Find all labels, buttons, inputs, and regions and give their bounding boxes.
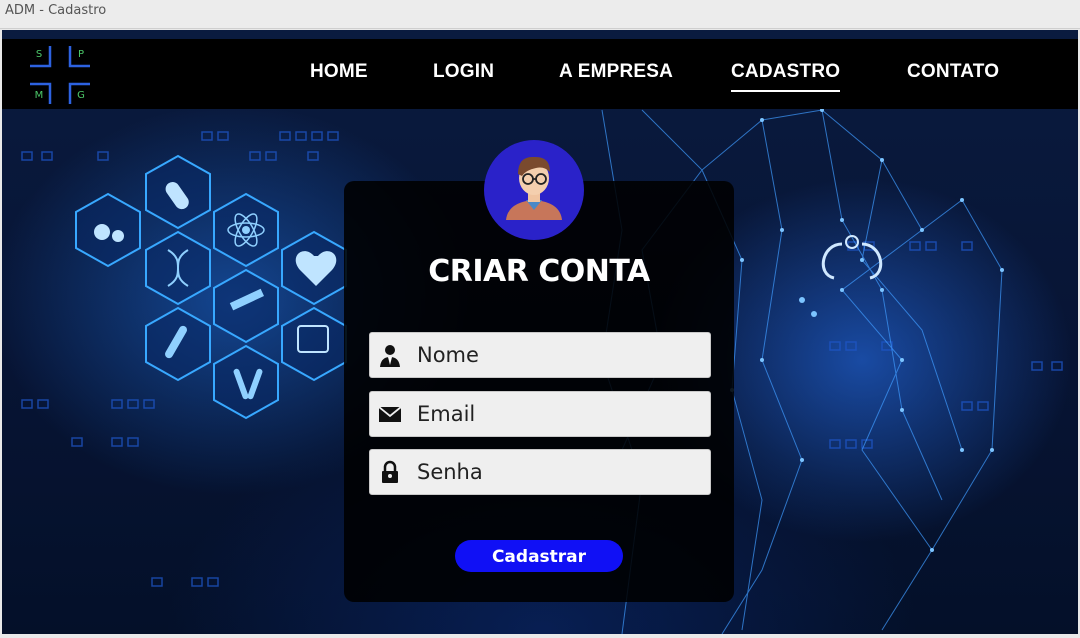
nav-a-empresa[interactable]: A EMPRESA	[559, 61, 673, 83]
password-input[interactable]	[417, 450, 702, 494]
lock-icon	[382, 460, 398, 483]
logo-letter-g: G	[77, 90, 85, 101]
avatar	[484, 140, 584, 240]
email-input[interactable]	[417, 392, 702, 436]
logo-letter-s: S	[35, 49, 43, 60]
nav-cadastro[interactable]: CADASTRO	[731, 61, 841, 92]
window-title: ADM - Cadastro	[5, 3, 107, 18]
app-viewport: S P M G HOME LOGIN A EMPRESA CADASTRO CO…	[2, 30, 1078, 634]
logo-letter-p: P	[77, 49, 85, 60]
name-field[interactable]	[369, 332, 711, 378]
name-input[interactable]	[417, 333, 702, 377]
nav-home[interactable]: HOME	[310, 61, 368, 83]
envelope-icon	[378, 406, 402, 422]
doctor-avatar-icon	[506, 156, 562, 220]
nav-contato[interactable]: CONTATO	[907, 61, 999, 83]
window-titlebar: ADM - Cadastro	[0, 0, 1080, 29]
logo-letter-m: M	[34, 90, 44, 101]
user-icon	[380, 345, 400, 367]
email-field[interactable]	[369, 391, 711, 437]
password-field[interactable]	[369, 449, 711, 495]
form-title: CRIAR CONTA	[428, 254, 650, 289]
top-navbar: S P M G HOME LOGIN A EMPRESA CADASTRO CO…	[2, 39, 1078, 109]
cadastrar-button[interactable]: Cadastrar	[455, 540, 623, 572]
nav-login[interactable]: LOGIN	[433, 61, 494, 83]
spmg-logo[interactable]: S P M G	[28, 44, 92, 106]
